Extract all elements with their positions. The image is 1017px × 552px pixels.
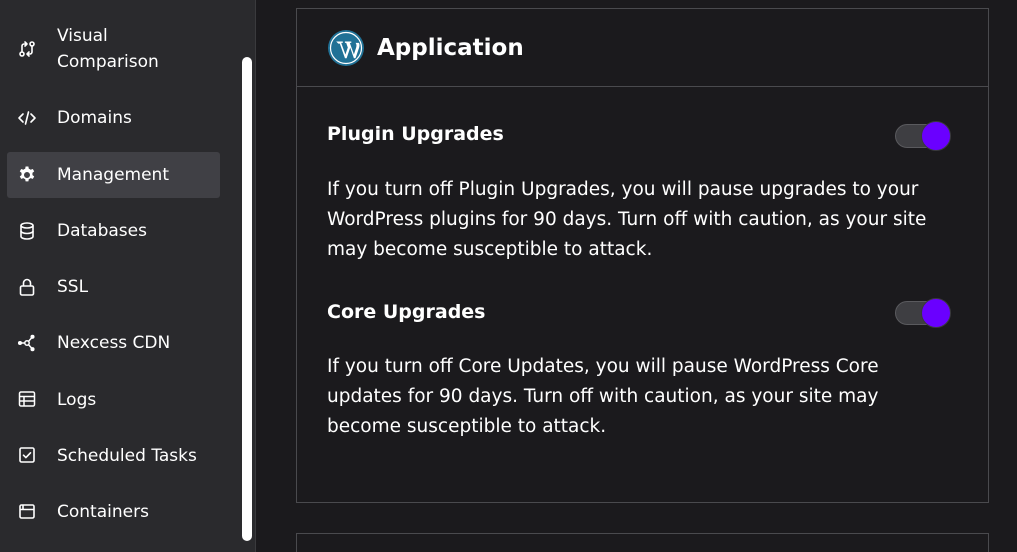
cdn-network-icon [16,332,38,354]
gear-icon [16,164,38,186]
app-root: Visual Comparison Domains Management Dat… [0,0,1017,552]
plugin-upgrades-description: If you turn off Plugin Upgrades, you wil… [327,179,927,260]
calendar-check-icon [16,444,38,466]
sidebar-item-label: Scheduled Tasks [57,446,197,466]
container-icon [16,500,38,522]
sidebar-item-label: Visual Comparison [57,23,159,75]
sidebar-item-visual-comparison[interactable]: Visual Comparison [7,22,220,76]
application-panel: Application Plugin Upgrades If you turn … [296,8,989,503]
sidebar-item-label: Management [57,165,169,185]
lock-icon [16,276,38,298]
sidebar-item-management[interactable]: Management [7,152,220,198]
sidebar-item-label: Databases [57,221,147,241]
sidebar-item-ssl[interactable]: SSL [7,264,220,309]
next-panel [296,533,989,552]
code-icon [16,107,38,129]
visual-comparison-icon [16,38,38,60]
sidebar-item-containers[interactable]: Containers [7,489,220,534]
sidebar-item-label: Logs [57,390,97,410]
core-upgrades-toggle[interactable] [895,298,951,328]
sidebar-item-label: SSL [57,277,89,297]
sidebar-item-label: Containers [57,502,149,522]
sidebar-item-label: Domains [57,108,132,128]
sidebar-item-label: Nexcess CDN [57,333,171,353]
core-upgrades-description: If you turn off Core Updates, you will p… [327,356,879,437]
wordpress-icon [327,29,365,67]
sidebar-item-scheduled-tasks[interactable]: Scheduled Tasks [7,433,220,478]
sidebar-item-databases[interactable]: Databases [7,208,220,253]
plugin-upgrades-toggle[interactable] [895,121,951,151]
toggle-knob [921,121,951,151]
database-icon [16,220,38,242]
sidebar-scrollbar[interactable] [242,57,252,541]
logs-table-icon [16,388,38,410]
sidebar: Visual Comparison Domains Management Dat… [0,0,256,552]
sidebar-item-logs[interactable]: Logs [7,377,220,422]
panel-header: Application [297,9,988,87]
toggle-knob [921,298,951,328]
plugin-upgrades-title: Plugin Upgrades [327,123,504,145]
sidebar-item-domains[interactable]: Domains [7,96,220,141]
panel-title: Application [377,35,524,61]
sidebar-item-label-line1: Visual [57,26,108,46]
sidebar-item-label-line2: Comparison [57,52,159,72]
core-upgrades-title: Core Upgrades [327,301,486,323]
sidebar-item-nexcess-cdn[interactable]: Nexcess CDN [7,320,220,366]
